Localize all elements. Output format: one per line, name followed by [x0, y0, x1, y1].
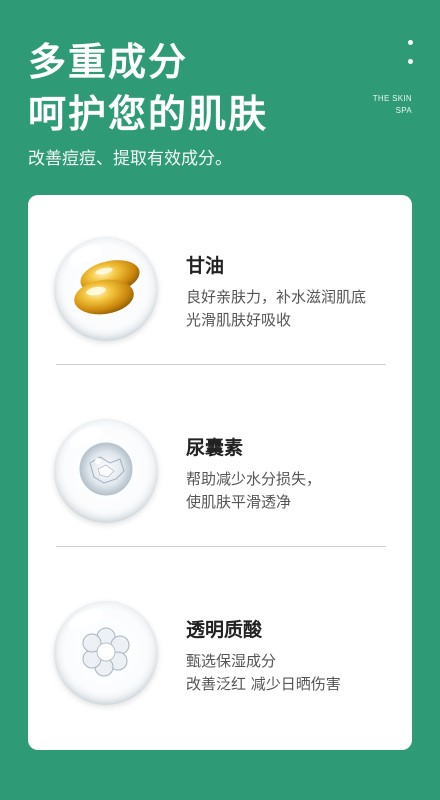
divider — [56, 364, 386, 365]
ingredient-description: 帮助减少水分损失， 使肌肤平滑透净 — [186, 468, 396, 514]
ingredient-row-allantoin: 尿囊素 帮助减少水分损失， 使肌肤平滑透净 — [28, 377, 412, 557]
brand-label: THE SKIN SPA — [373, 93, 412, 117]
ingredient-name: 尿囊素 — [186, 437, 244, 459]
brand-line-1: THE SKIN — [372, 94, 412, 103]
ingredient-row-hyaluronic-acid: 透明质酸 甄选保湿成分 改善泛红 减少日晒伤害 — [28, 559, 412, 739]
ingredient-name: 甘油 — [186, 255, 225, 277]
ingredient-name: 透明质酸 — [186, 619, 263, 641]
menu-dot-icon — [407, 40, 413, 45]
ingredient-description: 良好亲肤力，补水滋润肌底 光滑肌肤好吸收 — [186, 286, 396, 332]
description-line: 使肌肤平滑透净 — [186, 493, 292, 511]
page-headline: 多重成分 呵护您的肌肤 — [28, 36, 268, 140]
menu-dot-icon — [407, 59, 413, 64]
headline-line-1: 多重成分 — [28, 40, 189, 84]
description-line: 改善泛红 减少日晒伤害 — [186, 675, 341, 693]
golden-capsule-icon — [54, 237, 158, 341]
ingredient-row-glycerin: 甘油 良好亲肤力，补水滋润肌底 光滑肌肤好吸收 — [28, 195, 412, 375]
tagline: 改善痘痘、提取有效成分。 — [28, 149, 232, 169]
description-line: 光滑肌肤好吸收 — [186, 311, 292, 329]
ingredients-card: 甘油 良好亲肤力，补水滋润肌底 光滑肌肤好吸收 尿囊素 帮助减少水分损失， 使肌… — [28, 195, 412, 750]
crystal-sphere-icon — [54, 419, 158, 523]
headline-line-2: 呵护您的肌肤 — [28, 92, 269, 136]
description-line: 帮助减少水分损失， — [186, 470, 322, 488]
description-line: 甄选保湿成分 — [186, 652, 277, 670]
description-line: 良好亲肤力，补水滋润肌底 — [186, 288, 367, 306]
brand-line-2: SPA — [395, 106, 412, 115]
ingredient-description: 甄选保湿成分 改善泛红 减少日晒伤害 — [186, 650, 396, 696]
divider — [56, 546, 386, 547]
menu-button[interactable] — [406, 40, 414, 64]
clear-flower-icon — [54, 601, 158, 705]
